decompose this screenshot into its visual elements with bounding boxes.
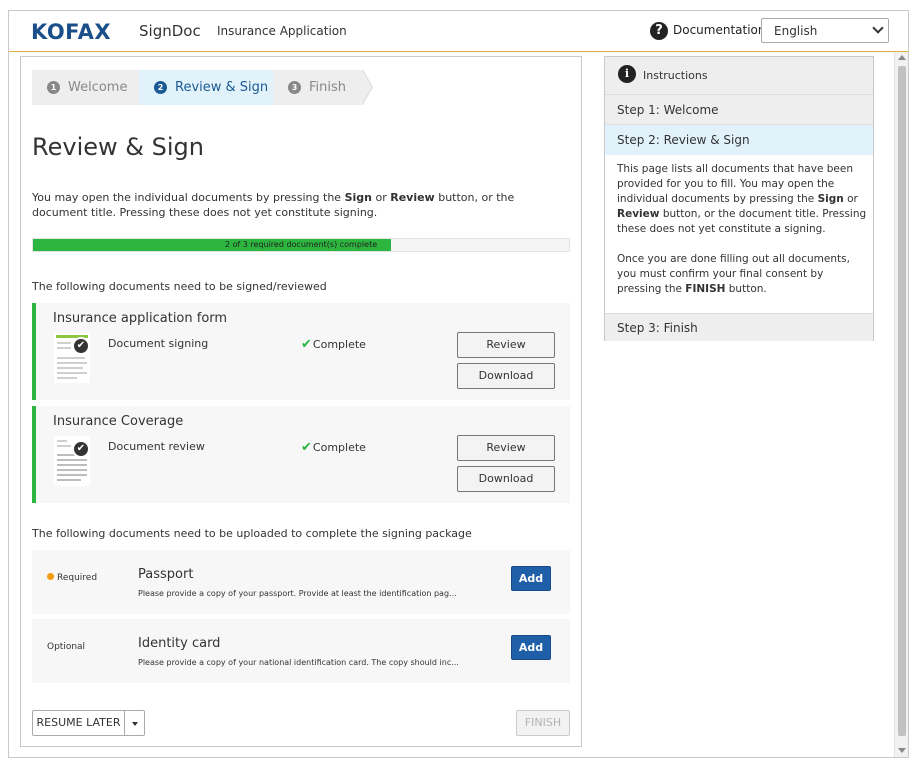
info-icon: i xyxy=(618,65,636,83)
sign-section-label: The following documents need to be signe… xyxy=(32,280,327,293)
step-label: Review & Sign xyxy=(175,80,269,95)
instructions-body: This page lists all documents that have … xyxy=(617,162,867,312)
main-panel: 1 Welcome 2 Review & Sign 3 Finish Review &… xyxy=(20,56,582,747)
progress-text: 2 of 3 required document(s) complete xyxy=(224,240,378,249)
download-button[interactable]: Download xyxy=(457,363,555,389)
completed-check-icon: ✔ xyxy=(72,440,90,458)
optional-badge: Optional xyxy=(47,642,86,652)
checkmark-icon: ✔ xyxy=(301,440,312,455)
instruction-step-welcome[interactable]: Step 1: Welcome xyxy=(605,95,873,125)
instruction-step-review-sign[interactable]: Step 2: Review & Sign xyxy=(605,125,873,155)
review-button[interactable]: Review xyxy=(457,332,555,358)
resume-later-button[interactable]: RESUME LATER xyxy=(32,710,125,736)
help-icon[interactable]: ? xyxy=(650,22,668,40)
documentation-link[interactable]: Documentation xyxy=(673,23,766,37)
chevron-down-icon xyxy=(872,22,884,34)
resume-options-caret-icon[interactable] xyxy=(124,710,145,736)
language-select-value: English xyxy=(774,24,818,38)
document-status: ✔Complete xyxy=(301,337,366,352)
required-badge: Required xyxy=(47,573,97,583)
wizard-step-review-sign[interactable]: 2 Review & Sign xyxy=(139,70,273,105)
app-window: KOFAX SignDoc Insurance Application ? Do… xyxy=(8,10,909,758)
document-type: Document signing xyxy=(108,337,209,350)
scroll-up-icon[interactable] xyxy=(898,55,906,60)
step-label: Welcome xyxy=(68,80,128,95)
document-type: Document review xyxy=(108,440,205,453)
app-title: Insurance Application xyxy=(217,24,347,38)
document-status: ✔Complete xyxy=(301,440,366,455)
checkmark-icon: ✔ xyxy=(301,337,312,352)
document-thumbnail[interactable]: ✔ xyxy=(54,333,90,383)
instruction-step-finish[interactable]: Step 3: Finish xyxy=(605,313,873,341)
language-select[interactable]: English xyxy=(761,18,889,43)
upload-card: Required Passport Please provide a copy … xyxy=(32,550,570,614)
instructions-header: i Instructions xyxy=(605,57,873,95)
upload-description: Please provide a copy of your passport. … xyxy=(138,589,457,598)
upload-title: Passport xyxy=(138,567,194,582)
step-label: Finish xyxy=(309,80,347,95)
finish-button: FINISH xyxy=(516,710,570,736)
step-number: 2 xyxy=(154,81,167,94)
scroll-down-icon[interactable] xyxy=(898,748,906,753)
step-number: 3 xyxy=(288,81,301,94)
instructions-paragraph: Once you are done filling out all docume… xyxy=(617,253,850,295)
header: KOFAX SignDoc Insurance Application ? Do… xyxy=(9,11,908,52)
scroll-thumb[interactable] xyxy=(898,66,906,736)
instructions-panel: i Instructions Step 1: Welcome Step 2: R… xyxy=(604,56,874,341)
required-dot-icon xyxy=(47,573,54,580)
add-identity-card-button[interactable]: Add xyxy=(511,635,551,660)
document-thumbnail[interactable]: ✔ xyxy=(54,436,90,486)
completed-check-icon: ✔ xyxy=(72,337,90,355)
upload-section-label: The following documents need to be uploa… xyxy=(32,527,472,540)
review-button[interactable]: Review xyxy=(457,435,555,461)
page-title: Review & Sign xyxy=(32,133,204,161)
progress-bar: 2 of 3 required document(s) complete xyxy=(32,238,570,252)
wizard-step-finish[interactable]: 3 Finish xyxy=(273,70,364,105)
upload-title: Identity card xyxy=(138,636,221,651)
download-button[interactable]: Download xyxy=(457,466,555,492)
product-name: SignDoc xyxy=(139,22,201,40)
instructions-title: Instructions xyxy=(643,69,708,82)
vertical-scrollbar[interactable] xyxy=(894,52,908,757)
wizard-step-welcome[interactable]: 1 Welcome xyxy=(32,70,140,105)
step-arrow xyxy=(362,70,372,104)
kofax-logo: KOFAX xyxy=(31,20,112,44)
step-number: 1 xyxy=(47,81,60,94)
document-card: Insurance Coverage ✔ Document review ✔Co… xyxy=(32,406,570,503)
instructions-paragraph: This page lists all documents that have … xyxy=(617,163,867,235)
intro-text: You may open the individual documents by… xyxy=(32,191,515,219)
document-card: Insurance application form ✔ Document si… xyxy=(32,303,570,400)
document-title-link[interactable]: Insurance application form xyxy=(53,311,227,326)
upload-card: Optional Identity card Please provide a … xyxy=(32,619,570,683)
document-title-link[interactable]: Insurance Coverage xyxy=(53,414,183,429)
upload-description: Please provide a copy of your national i… xyxy=(138,658,459,667)
add-passport-button[interactable]: Add xyxy=(511,566,551,591)
